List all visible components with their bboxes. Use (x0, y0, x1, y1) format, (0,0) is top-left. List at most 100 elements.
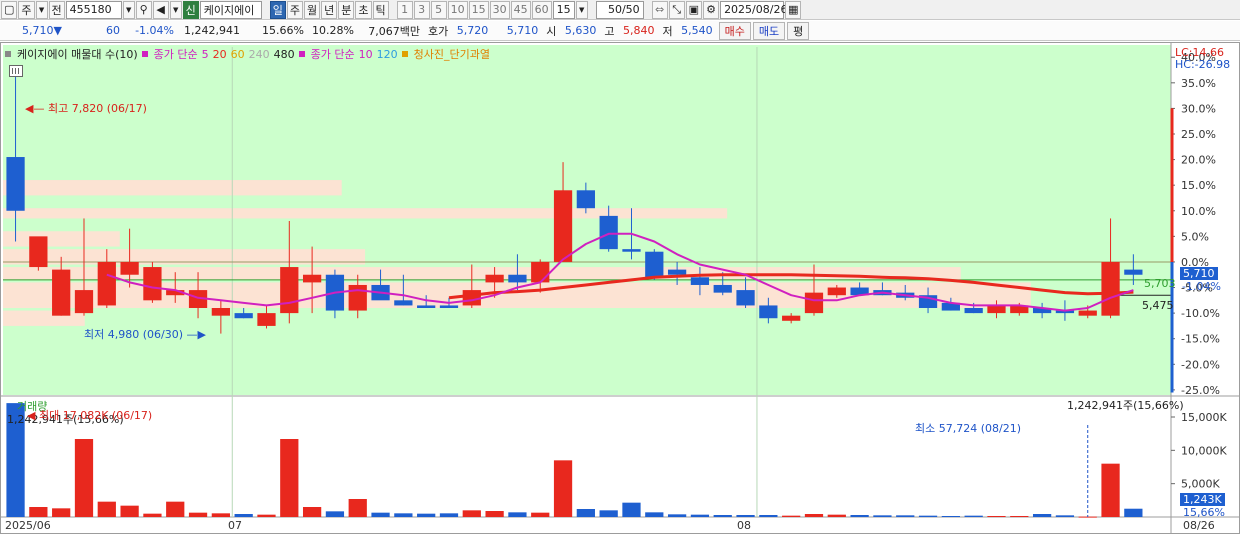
period-select[interactable]: 주 (18, 0, 35, 19)
buy-button[interactable]: 매수 (718, 21, 751, 40)
candle-body (280, 267, 299, 314)
ma-volume-120: 120 (376, 47, 398, 61)
volume-bar (850, 515, 869, 517)
eval-button[interactable]: 평 (787, 21, 810, 40)
minute-option-15[interactable]: 15 (468, 0, 489, 19)
minute-option-45[interactable]: 45 (510, 0, 531, 19)
low-price: 5,540 (681, 24, 713, 37)
x-label-07: 07 (228, 519, 242, 532)
tab-tick[interactable]: 틱 (372, 0, 389, 19)
bid-price: 5,710 (506, 24, 539, 37)
volume-bar (188, 512, 208, 517)
candle-body (759, 305, 778, 319)
candle-body (576, 190, 595, 209)
tab-minute[interactable]: 분 (338, 0, 355, 19)
volume-bar (827, 514, 846, 517)
candle-body (690, 277, 710, 285)
candle-body (6, 157, 25, 211)
search-icon[interactable]: ⚲ (135, 0, 152, 19)
calendar-icon[interactable]: ▦ (785, 0, 802, 19)
chart-area[interactable]: 40.0% 35.0% 30.0% 25.0% 20.0% 15.0% 10.0% 5.0% 0… (0, 42, 1240, 534)
price-change: 60 (106, 24, 120, 37)
minute-option-3[interactable]: 3 (413, 0, 430, 19)
volume-bar (371, 512, 390, 517)
tab-second[interactable]: 초 (355, 0, 372, 19)
sound-icon[interactable]: ◀ (152, 0, 169, 19)
window-icon[interactable]: ▢ (1, 0, 18, 19)
volume-bar (531, 512, 550, 517)
gear-icon[interactable]: ⚙ (703, 0, 720, 19)
x-label-2025-06: 2025/06 (5, 519, 51, 532)
candle-body (257, 313, 276, 326)
volume-bar (120, 505, 139, 517)
minute-option-60[interactable]: 60 (531, 0, 552, 19)
minute-option-30[interactable]: 30 (489, 0, 510, 19)
prev-button[interactable]: 전 (48, 0, 65, 19)
candle-body (782, 315, 801, 321)
ma-price-60: 60 (230, 47, 245, 61)
volume-bar (1010, 516, 1029, 517)
candle-body (736, 290, 755, 306)
y-tick-label-7: 5.0% (1181, 230, 1209, 243)
low-label: 저 (662, 24, 673, 38)
hc-label: HC:-26.98 (1175, 58, 1231, 71)
volume-value: 1,242,941 (184, 24, 240, 37)
new-badge: 신 (182, 0, 199, 19)
minute-option-1[interactable]: 1 (396, 0, 413, 19)
volume-bar (713, 515, 732, 517)
volume-bar (896, 515, 915, 517)
volume-bar (1032, 514, 1052, 517)
volume-bar (987, 516, 1006, 517)
stock-name-field[interactable]: 케이지에이 (199, 0, 262, 19)
save-icon[interactable]: ▣ (685, 0, 703, 19)
x-label-08-26: 08/26 (1183, 519, 1215, 532)
volume-bar (143, 513, 162, 517)
trade-amount: 7,067백만 (368, 24, 420, 38)
table-icon[interactable] (9, 65, 23, 77)
zoom-icon[interactable]: ⇔ (651, 0, 668, 19)
volume-bar (417, 513, 436, 517)
tab-week[interactable]: 주 (286, 0, 304, 19)
code-dropdown-icon[interactable]: ▼ (122, 0, 135, 19)
volume-bar (1101, 463, 1120, 517)
volume-bar (462, 510, 481, 517)
chart-canvas[interactable]: 40.0%35.0%30.0%25.0%20.0%15.0%10.0%5.0%0… (1, 43, 1239, 533)
minute-option-10[interactable]: 10 (447, 0, 468, 19)
date-field[interactable]: 2025/08/26 (720, 0, 787, 19)
x-label-08: 08 (737, 519, 751, 532)
bar-count-field[interactable]: 50/50 (595, 0, 644, 19)
crosshair-icon[interactable]: ⤡ (668, 0, 685, 19)
volume-tick-label-1: 10,000K (1181, 444, 1227, 457)
volume-bar (302, 507, 322, 517)
sell-button[interactable]: 매도 (752, 21, 786, 40)
candle-body (645, 251, 664, 278)
volume-bar (1124, 508, 1143, 517)
chevron-down-icon[interactable]: ▼ (35, 0, 48, 19)
left-arrow-icon: ◀— (25, 102, 45, 115)
ma-price-240: 240 (248, 47, 270, 61)
count-select[interactable]: 15 (552, 0, 575, 19)
volume-bar (439, 513, 459, 517)
price-pane-bg (3, 45, 1171, 395)
tab-day[interactable]: 일 (269, 0, 286, 19)
minute-option-5[interactable]: 5 (430, 0, 447, 19)
volume-bar (622, 502, 641, 517)
high-price: 5,840 (623, 24, 655, 37)
volume-tick-label-2: 5,000K (1181, 478, 1220, 491)
count-dropdown-icon[interactable]: ▼ (575, 0, 588, 19)
candle-body (462, 290, 481, 306)
y-tick-label-4: 20.0% (1181, 154, 1216, 167)
candle-body (713, 284, 732, 293)
tab-month[interactable]: 월 (304, 0, 321, 19)
sound-dropdown-icon[interactable]: ▼ (169, 0, 182, 19)
candle-body (622, 249, 641, 252)
current-price: 5,710▼ (22, 24, 62, 37)
volume-tag: 1,243K (1180, 493, 1225, 506)
candle-body (964, 308, 983, 314)
code-input[interactable]: 455180 (65, 0, 122, 19)
candle-body (29, 236, 48, 268)
volume-bar (736, 515, 755, 517)
down-arrow-icon: ▼ (53, 24, 62, 37)
tab-year[interactable]: 년 (321, 0, 338, 19)
volume-bar (782, 515, 801, 517)
